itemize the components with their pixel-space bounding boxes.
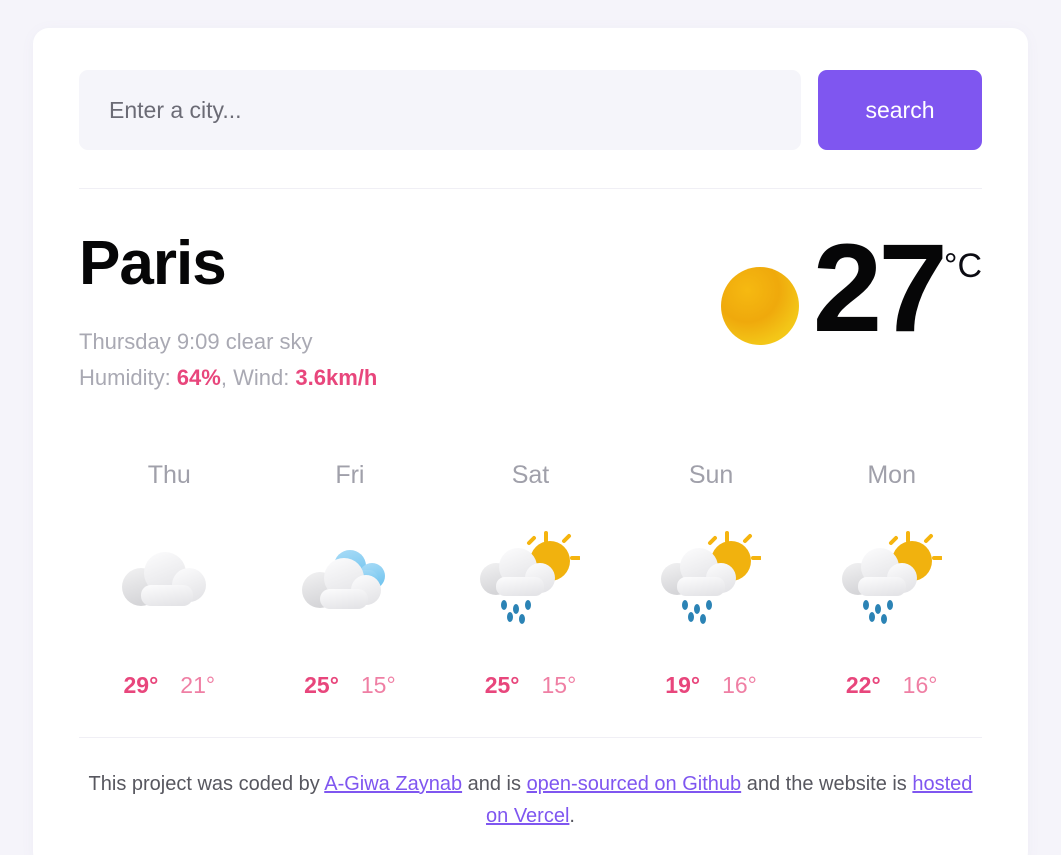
divider-bottom: [79, 736, 982, 738]
forecast-day: Sun 19° 16°: [621, 461, 802, 699]
forecast-day: Sat 25° 15°: [440, 461, 621, 699]
forecast-max: 19°: [665, 671, 701, 698]
footer-text-1: This project was coded by: [88, 772, 325, 795]
wind-label: , Wind:: [220, 365, 296, 391]
current-temperature-block: 27 °C: [720, 219, 982, 358]
forecast-min: 21°: [180, 671, 216, 698]
forecast-min: 15°: [541, 671, 577, 698]
current-weather-text: Paris Thursday 9:09 clear sky Humidity: …: [79, 231, 377, 397]
footer-text-2: and is: [462, 772, 527, 795]
forecast-day-label: Thu: [147, 460, 191, 489]
sun-icon: [720, 267, 799, 345]
humidity-wind-line: Humidity: 64%, Wind: 3.6km/h: [79, 360, 377, 396]
search-input[interactable]: [79, 70, 801, 150]
weather-card: search Paris Thursday 9:09 clear sky Hum…: [33, 28, 1028, 855]
forecast-max: 25°: [304, 671, 339, 698]
sun-rain-cloud-icon: [832, 524, 952, 634]
forecast-max: 29°: [123, 671, 159, 698]
forecast-min: 15°: [360, 671, 396, 698]
forecast-temps: 19° 16°: [665, 672, 757, 699]
weather-description: Thursday 9:09 clear sky: [79, 329, 313, 355]
footer-text-4: .: [569, 804, 575, 827]
footer: This project was coded by A-Giwa Zaynab …: [79, 768, 982, 855]
forecast-temps: 22° 16°: [846, 672, 938, 699]
sun-rain-cloud-icon: [470, 524, 590, 634]
partly-cloudy-icon: [290, 524, 410, 634]
forecast-day: Fri 25° 15°: [260, 461, 441, 699]
forecast-day-label: Mon: [867, 460, 916, 489]
page-background: search Paris Thursday 9:09 clear sky Hum…: [0, 0, 1061, 855]
sun-rain-cloud-icon: [651, 524, 771, 634]
forecast-temps: 29° 21°: [124, 672, 216, 699]
forecast-day-label: Sat: [511, 460, 550, 489]
footer-text-3: and the website is: [741, 772, 913, 795]
forecast-max: 25°: [484, 671, 520, 698]
temperature-unit[interactable]: °C: [944, 247, 982, 286]
forecast-temps: 25° 15°: [485, 672, 577, 699]
forecast-day: Thu 29° 21°: [79, 461, 260, 699]
wind-value: 3.6km/h: [295, 365, 378, 391]
current-weather-meta: Thursday 9:09 clear sky Humidity: 64%, W…: [79, 324, 377, 397]
search-form: search: [79, 70, 982, 150]
footer-link-github[interactable]: open-sourced on Github: [527, 773, 742, 795]
humidity-value: 64%: [176, 365, 221, 391]
forecast-day-label: Sun: [688, 460, 734, 489]
footer-link-author[interactable]: A-Giwa Zaynab: [324, 773, 462, 795]
forecast-temps: 25° 15°: [304, 672, 396, 699]
forecast-max: 22°: [845, 671, 881, 698]
forecast-min: 16°: [902, 671, 938, 698]
search-button[interactable]: search: [818, 70, 982, 150]
forecast-row: Thu 29° 21° Fri 25° 15° Sat 25° 15° Sun …: [79, 461, 982, 699]
cloudy-icon: [109, 524, 229, 634]
humidity-label: Humidity:: [79, 365, 177, 391]
current-temperature: 27: [812, 219, 948, 358]
city-name: Paris: [79, 229, 227, 298]
forecast-day-label: Fri: [335, 460, 365, 489]
current-weather: Paris Thursday 9:09 clear sky Humidity: …: [79, 219, 982, 397]
forecast-min: 16°: [722, 671, 757, 698]
forecast-day: Mon 22° 16°: [801, 461, 982, 699]
divider-top: [79, 188, 982, 189]
